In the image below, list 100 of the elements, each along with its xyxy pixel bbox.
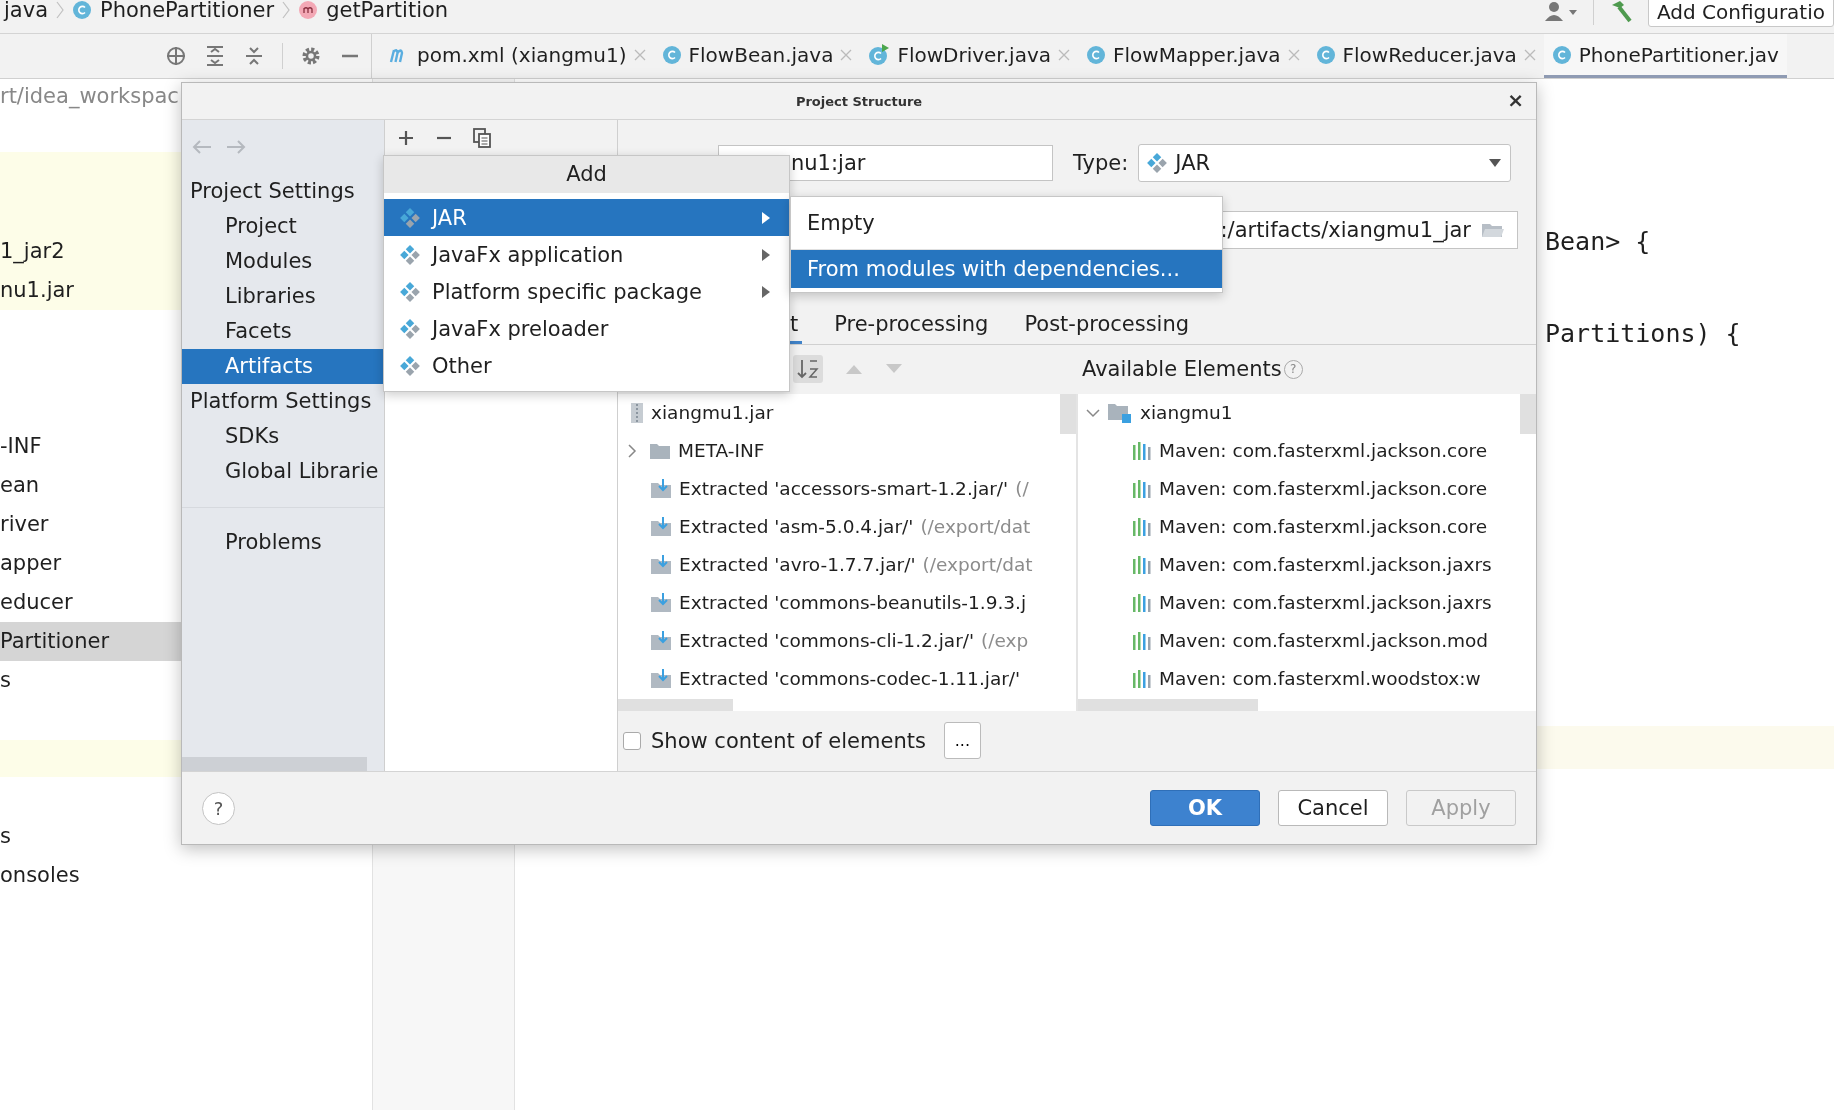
settings-icon[interactable]: [300, 45, 322, 67]
class-icon: [1551, 44, 1572, 65]
scrollbar[interactable]: [182, 757, 367, 771]
scrollbar[interactable]: [1060, 393, 1076, 434]
sidebar-item[interactable]: Problems: [182, 525, 384, 560]
close-icon[interactable]: [840, 48, 853, 61]
editor-tab[interactable]: PhonePartitioner.jav: [1543, 34, 1787, 78]
tree-item[interactable]: Extracted 'asm-5.0.4.jar/' (/export/dat: [618, 507, 1076, 546]
collapse-all-icon[interactable]: [243, 45, 265, 67]
project-path: rt/idea_workspac: [0, 83, 180, 111]
editor-tab[interactable]: FlowMapper.java: [1078, 34, 1308, 78]
chevron-icon: [282, 0, 291, 20]
tab[interactable]: Pre-processing: [830, 306, 993, 344]
class-icon: [1315, 44, 1336, 65]
add-configuration-button[interactable]: Add Configuratio: [1647, 0, 1834, 27]
scrollbar[interactable]: [1078, 698, 1258, 711]
sort-icon[interactable]: [793, 355, 823, 384]
folder-icon: [649, 441, 671, 460]
forward-icon[interactable]: [225, 139, 247, 155]
breadcrumb-item[interactable]: PhonePartitioner: [72, 0, 275, 22]
artifact-icon: [1147, 153, 1168, 173]
artifact-icon: [400, 207, 420, 228]
tree-item[interactable]: xiangmu1: [1078, 393, 1536, 432]
menu-item[interactable]: Other: [384, 347, 789, 384]
library-icon: [1132, 554, 1152, 575]
breadcrumb-item[interactable]: getPartition: [298, 0, 449, 22]
close-icon[interactable]: [1523, 48, 1536, 61]
class-icon: [661, 44, 682, 65]
tree-item[interactable]: Extracted 'commons-beanutils-1.9.3.j: [618, 583, 1076, 622]
tree-item[interactable]: Maven: com.fasterxml.woodstox:w: [1078, 659, 1536, 698]
locate-icon[interactable]: [165, 45, 187, 67]
tree-item[interactable]: Extracted 'commons-cli-1.2.jar/' (/exp: [618, 621, 1076, 660]
method-icon: [298, 0, 319, 20]
chevron-icon[interactable]: [1086, 406, 1100, 419]
tree-item[interactable]: Extracted 'commons-codec-1.11.jar/': [618, 659, 1076, 698]
menu-item[interactable]: JAR: [384, 199, 789, 236]
sidebar-item[interactable]: Libraries: [182, 279, 384, 314]
sidebar-item[interactable]: Artifacts: [182, 349, 384, 384]
breadcrumb-item[interactable]: java: [4, 0, 48, 22]
tree-item[interactable]: Maven: com.fasterxml.jackson.core: [1078, 431, 1536, 470]
copy-icon[interactable]: [473, 128, 491, 148]
caret-icon: [1488, 158, 1503, 168]
tree-item[interactable]: META-INF: [618, 431, 1076, 470]
tree-item[interactable]: Extracted 'accessors-smart-1.2.jar/' (/: [618, 469, 1076, 508]
dialog-button[interactable]: OK: [1150, 790, 1260, 826]
class-icon: [1086, 44, 1106, 65]
chevron-icon[interactable]: [626, 443, 638, 458]
tab[interactable]: Post-processing: [1020, 306, 1194, 344]
folder-icon[interactable]: [1481, 221, 1505, 239]
move-up-icon[interactable]: [845, 363, 863, 376]
editor-tab[interactable]: FlowReducer.java: [1307, 34, 1544, 78]
editor-tab[interactable]: FlowDriver.java: [860, 34, 1078, 78]
menu-item[interactable]: JavaFx preloader: [384, 310, 789, 347]
more-button[interactable]: ...: [943, 722, 981, 760]
tree-item[interactable]: xiangmu1.jar: [618, 393, 1076, 432]
checkbox[interactable]: [623, 731, 641, 750]
scrollbar[interactable]: [618, 698, 733, 711]
user-icon[interactable]: [1542, 0, 1579, 23]
editor-tab[interactable]: FlowBean.java: [653, 34, 861, 78]
menu-item[interactable]: From modules with dependencies...: [791, 249, 1222, 288]
tree-item[interactable]: Maven: com.fasterxml.jackson.core: [1078, 507, 1536, 546]
menu-item[interactable]: Empty: [791, 201, 1222, 245]
tree-item[interactable]: Maven: com.fasterxml.jackson.mod: [1078, 621, 1536, 660]
class-icon: [868, 43, 891, 66]
type-label: Type:: [1073, 151, 1129, 175]
library-icon: [1132, 630, 1152, 651]
menu-item[interactable]: Platform specific package: [384, 273, 789, 310]
type-dropdown[interactable]: JAR: [1138, 144, 1512, 182]
tree-item[interactable]: Maven: com.fasterxml.jackson.core: [1078, 469, 1536, 508]
close-button[interactable]: ×: [1503, 88, 1528, 112]
library-icon: [1132, 516, 1152, 537]
editor-tab[interactable]: pom.xml (xiangmu1): [380, 34, 654, 78]
tree-item[interactable]: Extracted 'avro-1.7.7.jar/' (/export/dat: [618, 545, 1076, 584]
library-icon: [1132, 478, 1152, 499]
dialog-title: Project Structure: [795, 93, 923, 109]
close-icon[interactable]: [633, 48, 646, 61]
menu-item[interactable]: JavaFx application: [384, 236, 789, 273]
tree-item[interactable]: Maven: com.fasterxml.jackson.jaxrs: [1078, 583, 1536, 622]
menu-title: Add: [384, 156, 789, 193]
sidebar-item[interactable]: SDKs: [182, 419, 384, 454]
sidebar-item[interactable]: Global Librarie: [182, 454, 384, 489]
help-button[interactable]: ?: [202, 791, 235, 825]
expand-all-icon[interactable]: [204, 45, 226, 67]
back-icon[interactable]: [191, 139, 213, 155]
extracted-icon: [650, 554, 672, 575]
library-icon: [1132, 668, 1152, 689]
dialog-button[interactable]: Cancel: [1278, 790, 1388, 826]
extracted-icon: [650, 592, 672, 613]
close-icon[interactable]: [1287, 48, 1300, 61]
add-icon[interactable]: [397, 129, 415, 147]
scrollbar[interactable]: [1520, 393, 1536, 434]
sidebar-item[interactable]: Facets: [182, 314, 384, 349]
checkbox-label[interactable]: Show content of elements: [651, 728, 926, 753]
tree-item[interactable]: onsoles: [0, 856, 372, 895]
tree-item[interactable]: Maven: com.fasterxml.jackson.jaxrs: [1078, 545, 1536, 584]
close-icon[interactable]: [1058, 48, 1070, 61]
extracted-icon: [650, 668, 672, 689]
sidebar-item[interactable]: Modules: [182, 244, 384, 279]
jar-icon: [630, 401, 644, 424]
sidebar-item[interactable]: Project: [182, 209, 384, 244]
